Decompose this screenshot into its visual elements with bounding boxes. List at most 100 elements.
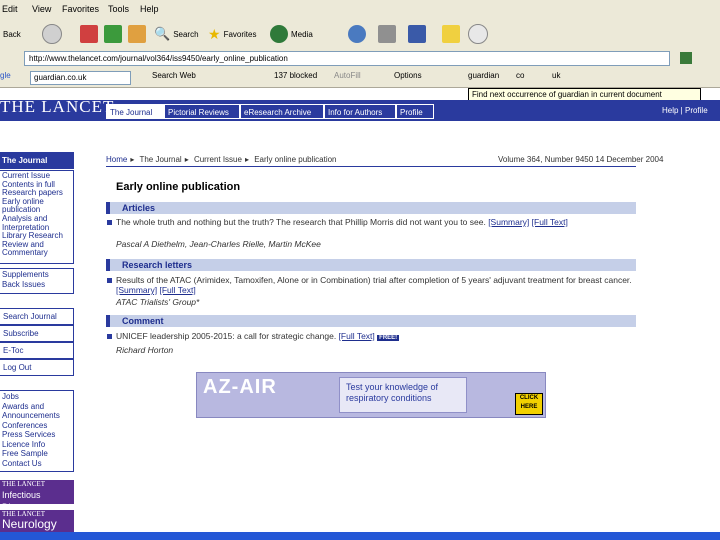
site-logo[interactable]: THE LANCET bbox=[0, 97, 114, 117]
search-web-button[interactable]: Search Web bbox=[152, 71, 196, 80]
mail-icon bbox=[348, 25, 366, 43]
promo-neurology[interactable]: THE LANCET Neurology bbox=[0, 510, 74, 532]
home-icon bbox=[128, 25, 146, 43]
sidebar-item-conferences[interactable]: Conferences bbox=[2, 421, 71, 431]
sidebar-logout-button[interactable]: Log Out bbox=[0, 359, 74, 376]
google-search-input[interactable]: guardian.co.uk bbox=[30, 71, 131, 85]
menu-bar: Edit View Favorites Tools Help bbox=[0, 0, 720, 21]
fulltext-link[interactable]: [Full Text] bbox=[532, 217, 568, 227]
go-icon[interactable] bbox=[680, 52, 692, 64]
home-button[interactable] bbox=[128, 24, 146, 44]
article-authors: Pascal A Diethelm, Jean-Charles Rielle, … bbox=[116, 239, 321, 249]
note-button[interactable] bbox=[442, 24, 460, 44]
sidebar-search-journal-button[interactable]: Search Journal bbox=[0, 308, 74, 325]
sidebar-item-contact-us[interactable]: Contact Us bbox=[2, 459, 71, 469]
tab-eresearch-archive[interactable]: eResearch Archive bbox=[240, 104, 324, 119]
section-comment: Comment bbox=[106, 315, 636, 327]
fulltext-link[interactable]: [Full Text] bbox=[159, 285, 195, 295]
print-icon bbox=[378, 25, 396, 43]
sidebar-item-commentary[interactable]: Commentary bbox=[2, 249, 71, 258]
forward-button[interactable] bbox=[42, 24, 62, 44]
breadcrumb-current-issue[interactable]: Current Issue bbox=[194, 155, 242, 164]
promo-infectious-diseases[interactable]: THE LANCET Infectious Diseases bbox=[0, 480, 74, 512]
promo-name: Neurology bbox=[2, 517, 57, 531]
messenger-button[interactable] bbox=[468, 24, 488, 44]
favorites-button[interactable]: ★ Favorites bbox=[208, 24, 256, 44]
forward-icon bbox=[42, 24, 62, 44]
list-item-article: The whole truth and nothing but the trut… bbox=[116, 217, 636, 227]
address-bar: http://www.thelancet.com/journal/vol364/… bbox=[0, 48, 720, 69]
menu-tools[interactable]: Tools bbox=[108, 4, 129, 14]
volume-info: Volume 364, Number 9450 14 December 2004 bbox=[498, 155, 664, 164]
autofill-button[interactable]: AutoFill bbox=[334, 71, 361, 80]
summary-link[interactable]: [Summary] bbox=[116, 285, 157, 295]
breadcrumb-early-online[interactable]: Early online publication bbox=[254, 155, 336, 164]
sidebar-item-jobs[interactable]: Jobs bbox=[2, 392, 71, 402]
stop-icon bbox=[80, 25, 98, 43]
note-icon bbox=[442, 25, 460, 43]
tab-pictorial-reviews[interactable]: Pictorial Reviews bbox=[164, 104, 240, 119]
options-button[interactable]: Options bbox=[394, 71, 422, 80]
sidebar-item-back-issues[interactable]: Back Issues bbox=[2, 280, 71, 290]
edit-button[interactable] bbox=[408, 24, 426, 44]
breadcrumb-home[interactable]: Home bbox=[106, 155, 127, 164]
ad-brand: AZ-AIR bbox=[203, 376, 277, 398]
chevron-right-icon: ▸ bbox=[130, 155, 135, 164]
sidebar-journal-links: Current Issue Contents in full Research … bbox=[0, 170, 74, 264]
ad-banner[interactable]: AZ-AIR Test your knowledge of respirator… bbox=[196, 372, 546, 418]
list-item-comment: UNICEF leadership 2005-2015: a call for … bbox=[116, 331, 636, 343]
section-articles: Articles bbox=[106, 202, 636, 214]
divider bbox=[106, 166, 636, 167]
comment-title: UNICEF leadership 2005-2015: a call for … bbox=[116, 331, 337, 341]
menu-favorites[interactable]: Favorites bbox=[62, 4, 99, 14]
sidebar-subscribe-button[interactable]: Subscribe bbox=[0, 325, 74, 342]
highlight-term-uk[interactable]: uk bbox=[552, 71, 560, 80]
refresh-button[interactable] bbox=[104, 24, 122, 44]
page-title: Early online publication bbox=[116, 181, 241, 193]
menu-help[interactable]: Help bbox=[140, 4, 159, 14]
research-letter-authors: ATAC Trialists' Group* bbox=[116, 297, 200, 307]
free-badge: FREE! bbox=[377, 335, 400, 341]
stop-button[interactable] bbox=[80, 24, 98, 44]
sidebar-etoc-button[interactable]: E-Toc bbox=[0, 342, 74, 359]
ad-click-here-button[interactable]: CLICK HERE bbox=[515, 393, 543, 415]
star-icon: ★ bbox=[208, 25, 221, 42]
media-button[interactable]: Media bbox=[270, 24, 313, 44]
highlight-term-co[interactable]: co bbox=[516, 71, 524, 80]
sidebar-item-press-services[interactable]: Press Services bbox=[2, 430, 71, 440]
bullet-icon bbox=[107, 334, 112, 339]
promo-brand: THE LANCET bbox=[2, 480, 45, 488]
address-input[interactable]: http://www.thelancet.com/journal/vol364/… bbox=[24, 51, 670, 66]
google-logo[interactable]: gle bbox=[0, 71, 11, 80]
google-toolbar: gle guardian.co.uk Search Web 137 blocke… bbox=[0, 68, 720, 88]
sidebar-item-supplements[interactable]: Supplements bbox=[2, 270, 71, 280]
highlight-term-guardian[interactable]: guardian bbox=[468, 71, 499, 80]
browser-toolbar: Back 🔍 Search ★ Favorites Media bbox=[0, 20, 720, 49]
search-button[interactable]: 🔍 Search bbox=[154, 24, 199, 44]
sidebar-info-links: Jobs Awards and Announcements Conference… bbox=[0, 390, 74, 472]
sidebar-item-awards[interactable]: Awards and bbox=[2, 402, 71, 412]
breadcrumb-journal[interactable]: The Journal bbox=[139, 155, 181, 164]
tab-profile[interactable]: Profile bbox=[396, 104, 434, 119]
print-button[interactable] bbox=[378, 24, 396, 44]
sidebar-heading: The Journal bbox=[0, 152, 74, 169]
sidebar-item-free-sample[interactable]: Free Sample bbox=[2, 449, 71, 459]
sidebar-item-licence-info[interactable]: Licence Info bbox=[2, 440, 71, 450]
menu-view[interactable]: View bbox=[32, 4, 51, 14]
tab-info-for-authors[interactable]: Info for Authors bbox=[324, 104, 396, 119]
menu-edit[interactable]: Edit bbox=[2, 4, 18, 14]
popups-blocked[interactable]: 137 blocked bbox=[274, 71, 317, 80]
sidebar-archive-links: Supplements Back Issues bbox=[0, 268, 74, 294]
mail-button[interactable] bbox=[348, 24, 366, 44]
messenger-icon bbox=[468, 24, 488, 44]
summary-link[interactable]: [Summary] bbox=[488, 217, 529, 227]
sidebar-item-announcements[interactable]: Announcements bbox=[2, 411, 71, 421]
back-button[interactable]: Back bbox=[0, 24, 21, 44]
research-letter-title: Results of the ATAC (Arimidex, Tamoxifen… bbox=[116, 275, 632, 285]
bullet-icon bbox=[107, 278, 112, 283]
tab-the-journal[interactable]: The Journal bbox=[106, 104, 164, 119]
breadcrumb: Home ▸ The Journal ▸ Current Issue ▸ Early … bbox=[106, 155, 340, 164]
fulltext-link[interactable]: [Full Text] bbox=[339, 331, 375, 341]
help-profile-links[interactable]: Help | Profile bbox=[662, 106, 708, 115]
bullet-icon bbox=[107, 220, 112, 225]
